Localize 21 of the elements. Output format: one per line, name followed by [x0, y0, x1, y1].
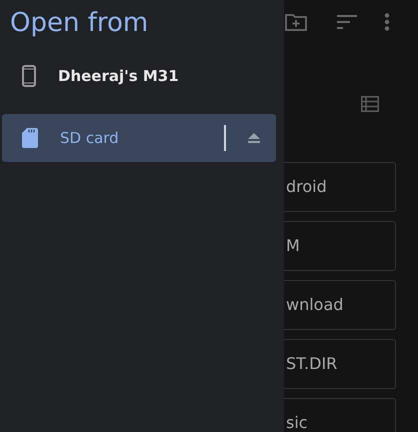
eject-icon	[248, 133, 260, 143]
folder-name: droid	[286, 176, 327, 198]
folder-name: M	[286, 235, 300, 257]
folder-tile[interactable]: droid	[284, 162, 396, 212]
folder-name: sic	[286, 412, 308, 432]
phone-icon	[22, 65, 36, 87]
folder-tile[interactable]: sic	[284, 398, 396, 432]
sort-icon[interactable]	[337, 15, 357, 29]
list-view-icon[interactable]	[361, 96, 379, 112]
storage-item[interactable]: SD card	[2, 114, 276, 162]
folder-name: wnload	[286, 294, 344, 316]
folder-name: ST.DIR	[286, 353, 338, 375]
folder-tile[interactable]: M	[284, 221, 396, 271]
folder-tile[interactable]: wnload	[284, 280, 396, 330]
drawer-title: Open from	[10, 7, 150, 40]
sd-card-icon	[22, 128, 38, 148]
folder-tile[interactable]: ST.DIR	[284, 339, 396, 389]
new-folder-icon[interactable]	[285, 13, 307, 31]
eject-button[interactable]	[246, 131, 262, 145]
storage-item[interactable]: Dheeraj's M31	[2, 52, 276, 100]
more-icon[interactable]	[384, 13, 390, 31]
